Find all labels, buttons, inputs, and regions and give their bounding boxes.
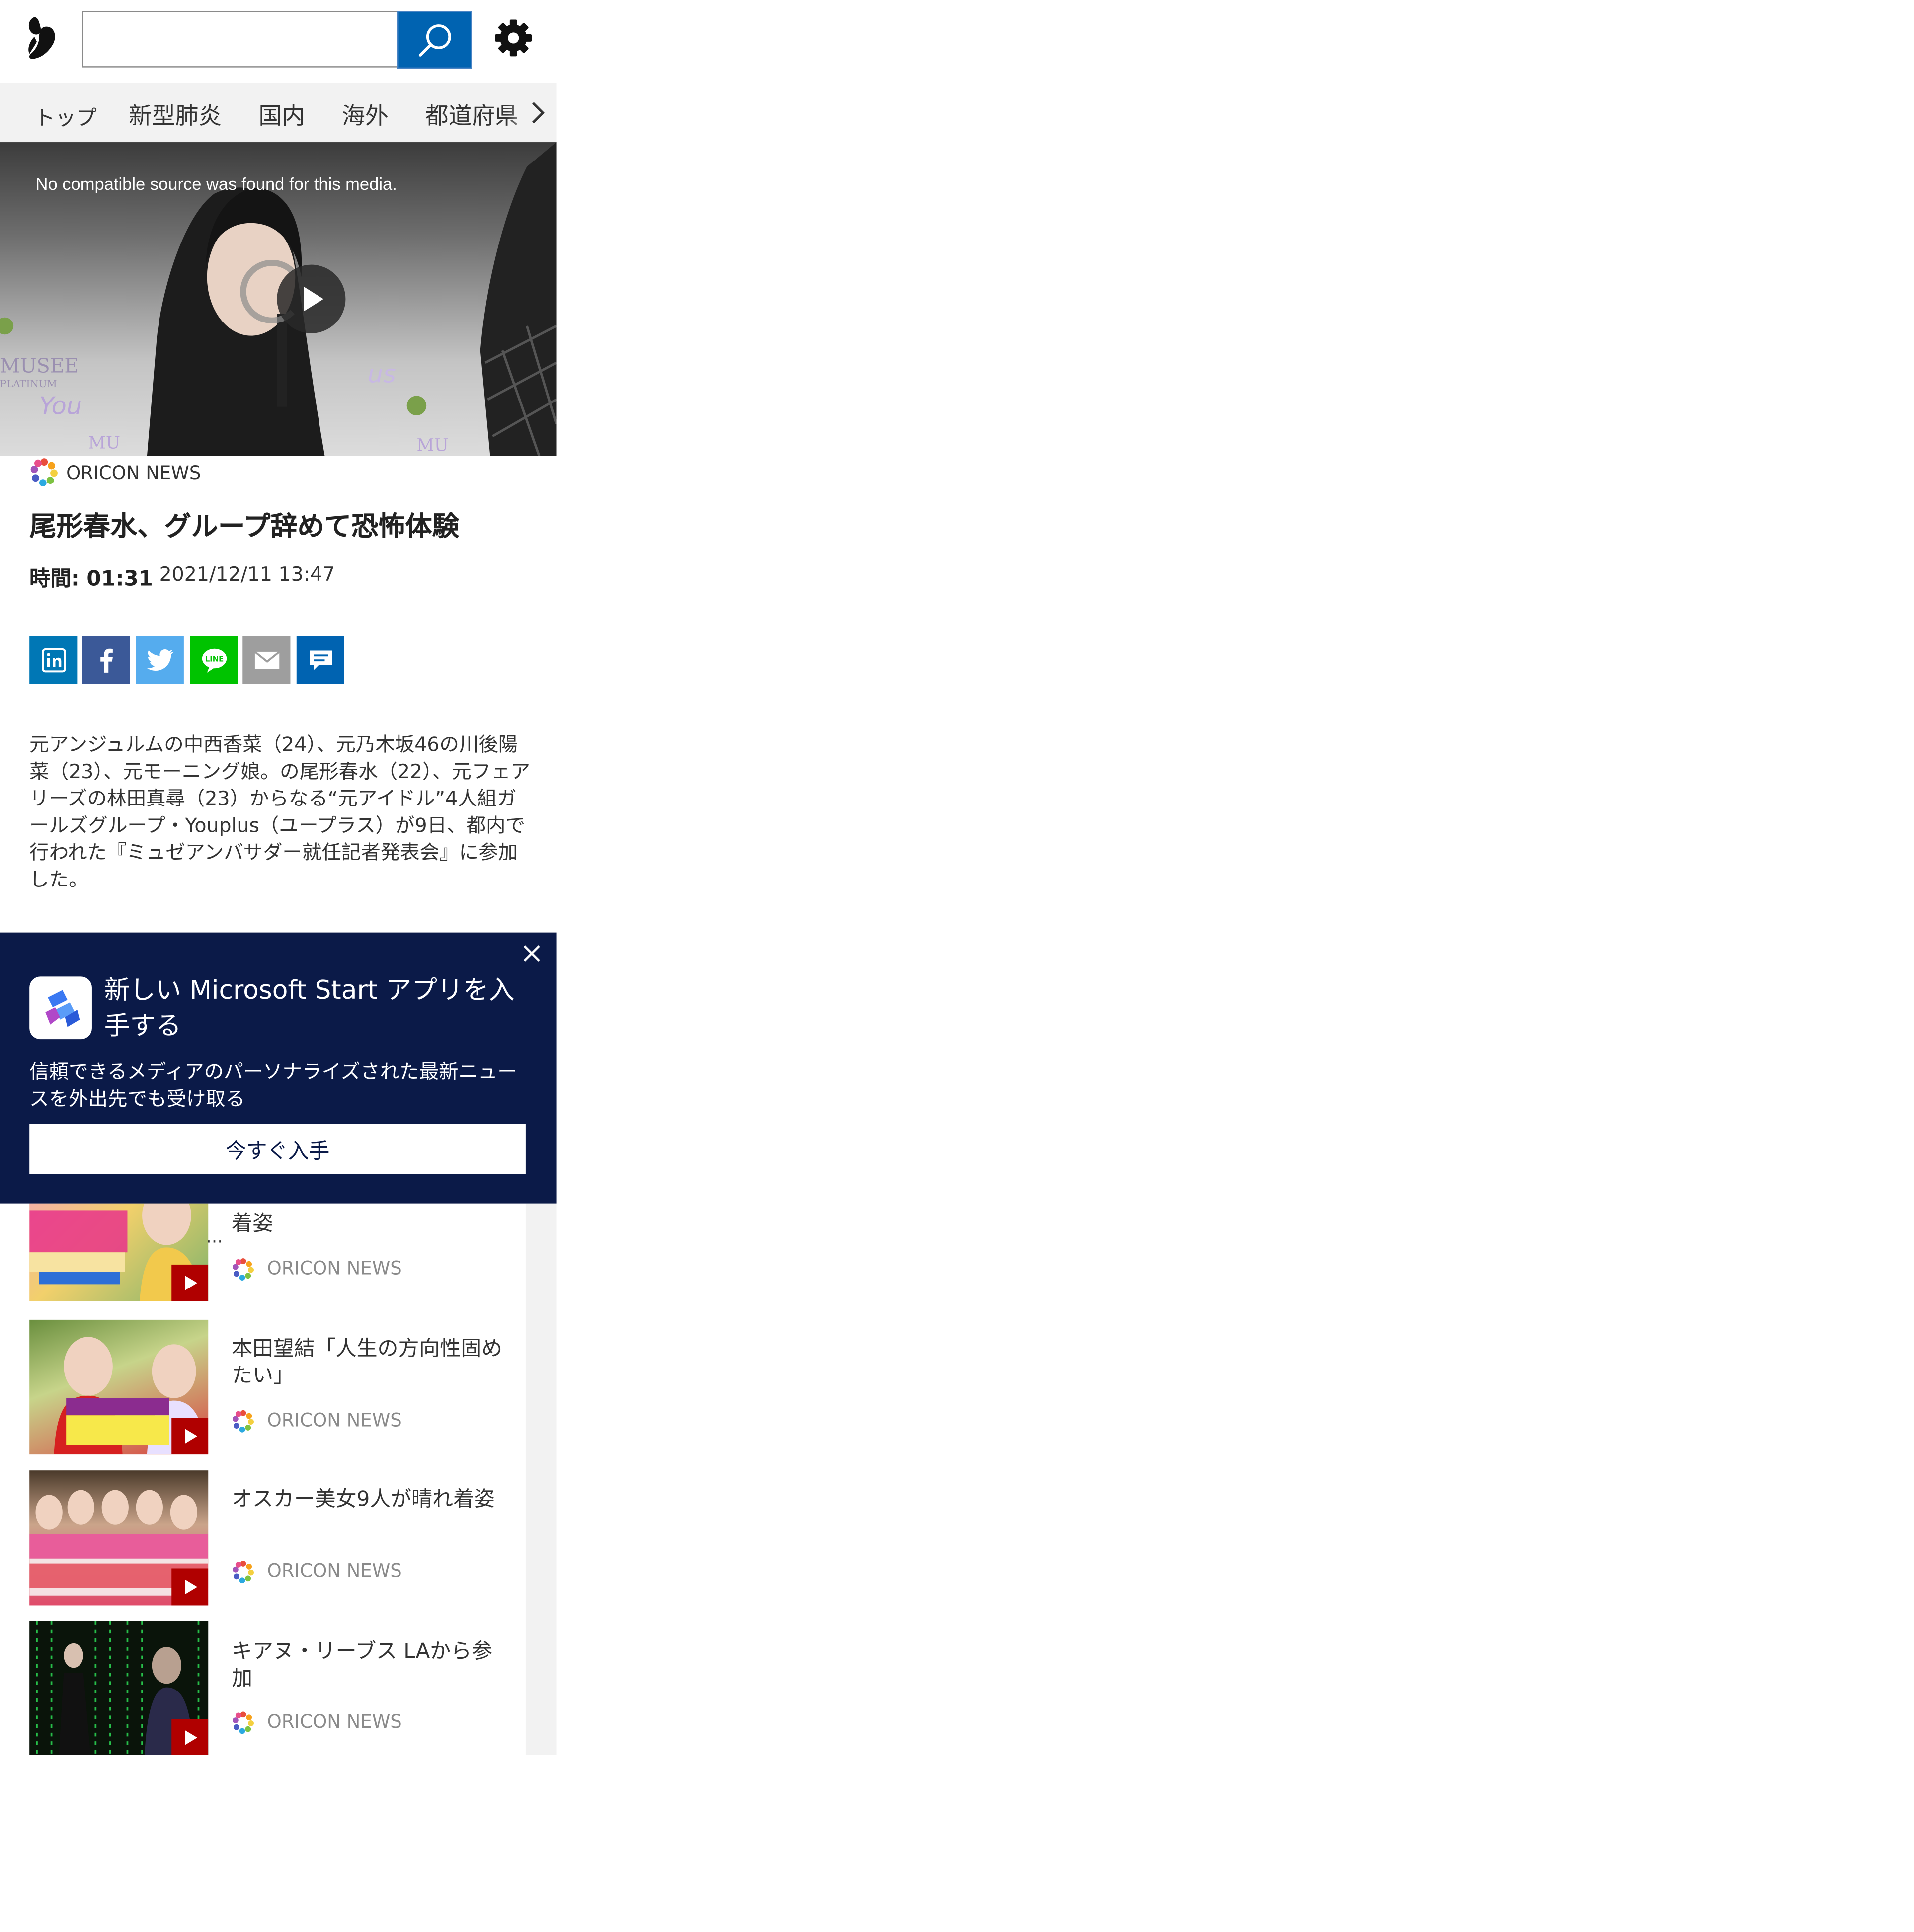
nav-item-covid[interactable]: 新型肺炎 <box>129 98 222 131</box>
share-line-button[interactable]: LINE <box>190 636 238 684</box>
thumbnail-play-badge <box>171 1568 209 1606</box>
facebook-icon <box>99 648 112 672</box>
play-icon <box>185 1429 198 1444</box>
share-facebook-button[interactable] <box>82 636 130 684</box>
close-icon[interactable] <box>521 942 543 964</box>
search-icon <box>418 23 451 56</box>
get-app-button[interactable]: 今すぐ入手 <box>29 1124 526 1174</box>
related-video-source: ORICON NEWS <box>267 1560 402 1582</box>
app-promo-banner: 新しい Microsoft Start アプリを入手する 信頼できるメディアのパ… <box>0 932 557 1204</box>
article-source[interactable]: ORICON NEWS <box>66 462 201 484</box>
svg-text:PLATINUM: PLATINUM <box>0 378 57 390</box>
svg-text:MU: MU <box>88 433 120 453</box>
video-thumbnail[interactable] <box>29 1203 209 1301</box>
thumbnail-play-badge <box>171 1719 209 1755</box>
video-player[interactable]: MUSEE PLATINUM You MU MU us No compatibl… <box>0 142 557 456</box>
oricon-logo-icon <box>232 1409 255 1433</box>
search-input[interactable] <box>83 12 397 67</box>
nav-item-overseas[interactable]: 海外 <box>342 98 389 131</box>
chevron-right-icon[interactable] <box>527 99 549 126</box>
related-video-title[interactable]: オスカー美女9人が晴れ着姿 <box>232 1486 511 1513</box>
thumbnail-play-badge <box>171 1264 209 1301</box>
video-error-message: No compatible source was found for this … <box>35 174 397 194</box>
microsoft-start-app-icon <box>29 976 92 1040</box>
video-thumbnail[interactable] <box>29 1319 209 1455</box>
search-box <box>82 11 399 68</box>
related-video-title[interactable]: 本田望結「人生の方向性固めたい」 <box>232 1336 511 1390</box>
share-mail-button[interactable] <box>242 636 291 684</box>
list-gutter <box>525 1203 557 1755</box>
linkedin-icon <box>41 647 66 672</box>
related-video-source: ORICON NEWS <box>267 1409 402 1432</box>
svg-text:MUSEE: MUSEE <box>0 355 79 378</box>
thumbnail-play-badge <box>171 1418 209 1455</box>
msn-butterfly-logo[interactable] <box>22 15 61 64</box>
oricon-logo-icon <box>232 1257 255 1281</box>
category-nav: トップ 新型肺炎 国内 海外 都道府県 <box>0 83 557 143</box>
related-video-title[interactable]: キアヌ・リーブス LAから参加 <box>232 1638 511 1692</box>
svg-text:LINE: LINE <box>205 654 223 663</box>
play-button[interactable] <box>277 264 346 333</box>
svg-text:us: us <box>368 359 396 388</box>
related-video-title[interactable]: 着姿 <box>232 1210 511 1237</box>
line-icon: LINE <box>201 648 226 672</box>
search-button[interactable] <box>397 11 472 69</box>
related-video-source: ORICON NEWS <box>267 1257 402 1280</box>
gear-icon[interactable] <box>492 17 534 59</box>
play-icon <box>185 1579 198 1595</box>
title-overflow-ellipsis: … <box>206 1227 223 1248</box>
banner-subtitle: 信頼できるメディアのパーソナライズされた最新ニュースを外出先でも受け取る <box>29 1060 517 1111</box>
nav-item-domestic[interactable]: 国内 <box>258 98 305 131</box>
play-icon <box>185 1276 198 1290</box>
related-videos-list: … 着姿 ORICON NEWS 本田望結「人生の方向性固めたい」 ORICON… <box>0 1203 557 1755</box>
oricon-logo-icon <box>232 1711 255 1734</box>
share-linkedin-button[interactable] <box>29 636 78 684</box>
related-video-source: ORICON NEWS <box>267 1710 402 1733</box>
article-body: 元アンジュルムの中西香菜（24）、元乃木坂46の川後陽菜（23）、元モーニング娘… <box>29 732 531 891</box>
article-date: 2021/12/11 13:47 <box>159 562 335 586</box>
svg-text:MU: MU <box>416 435 448 455</box>
video-duration: 時間: 01:31 <box>29 567 153 592</box>
play-icon <box>185 1730 198 1745</box>
play-icon <box>304 287 324 312</box>
mail-icon <box>253 650 280 669</box>
video-thumbnail[interactable] <box>29 1621 209 1755</box>
video-thumbnail[interactable] <box>29 1470 209 1606</box>
oricon-logo-icon <box>29 457 59 487</box>
comment-button[interactable] <box>296 636 344 684</box>
twitter-icon <box>146 648 173 670</box>
share-twitter-button[interactable] <box>136 636 184 684</box>
banner-title: 新しい Microsoft Start アプリを入手する <box>104 975 515 1041</box>
svg-text:You: You <box>39 392 82 420</box>
comment-icon <box>309 650 332 670</box>
nav-item-prefectures[interactable]: 都道府県 <box>425 98 518 131</box>
oricon-logo-icon <box>232 1560 255 1584</box>
nav-item-top[interactable]: トップ <box>34 100 97 131</box>
article-title: 尾形春水、グループ辞めて恐怖体験 <box>29 512 459 543</box>
